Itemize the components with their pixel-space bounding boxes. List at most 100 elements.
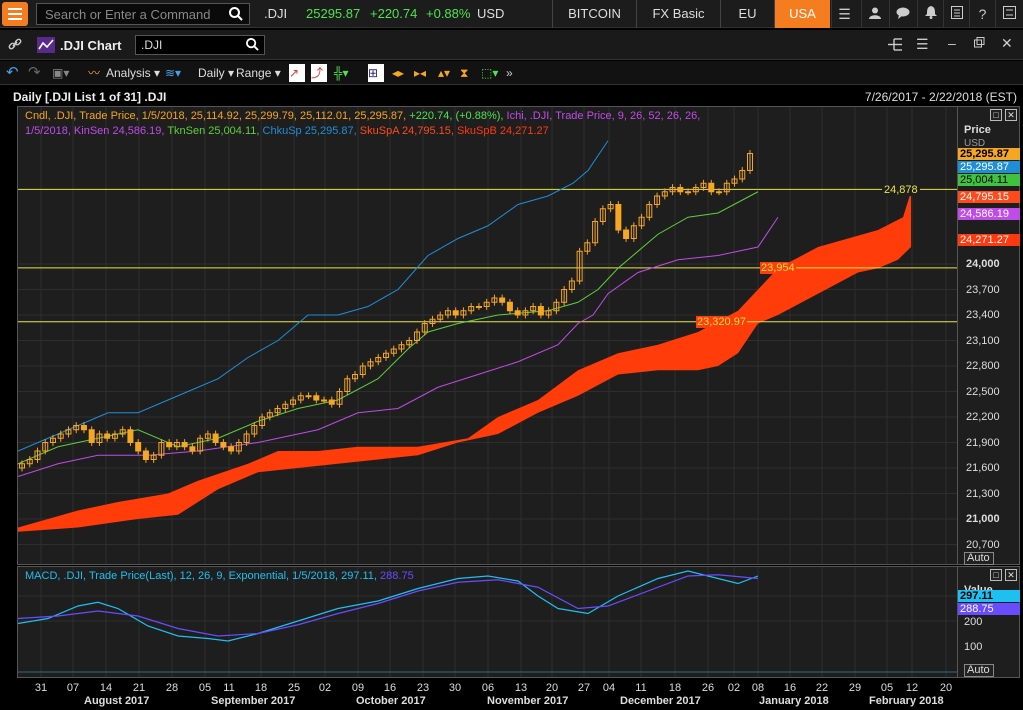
- price-tick: 22,200: [966, 411, 1000, 423]
- symbol-search-icon[interactable]: [246, 38, 259, 54]
- panel-restore-icon[interactable]: □: [990, 109, 1002, 121]
- x-axis-day: 18: [254, 682, 268, 694]
- x-axis-day: 23: [416, 682, 430, 694]
- ticker-last: 25295.87: [306, 6, 361, 21]
- camera-icon[interactable]: ▣▾: [52, 64, 69, 82]
- command-search-input[interactable]: Search or Enter a Command: [36, 3, 250, 25]
- close-icon[interactable]: ✕: [1001, 35, 1013, 52]
- x-axis-month: November 2017: [487, 695, 569, 707]
- layout-icon[interactable]: [888, 38, 902, 54]
- macd-tick-200: 200: [964, 616, 983, 628]
- crosshair-icon[interactable]: ╬▾: [334, 64, 349, 82]
- redo-icon[interactable]: ↷: [28, 64, 41, 82]
- x-axis-day: 06: [481, 682, 495, 694]
- chart-symbol-value: .DJI: [141, 38, 163, 52]
- candle-body: [452, 310, 459, 316]
- x-axis-day: 25: [287, 682, 301, 694]
- user-icon[interactable]: [861, 0, 887, 28]
- macd-chart[interactable]: [18, 567, 957, 677]
- tknsen-legend: TknSen 25,004.11,: [167, 125, 260, 137]
- x-axis-day: 05: [880, 682, 894, 694]
- more-icon[interactable]: »: [506, 64, 513, 82]
- range-menu[interactable]: Range ▾: [236, 64, 281, 82]
- price-axis-label: 24,271.27: [958, 234, 1020, 246]
- chart-date-range: 7/26/2017 - 2/22/2018 (EST): [864, 90, 1017, 104]
- macd-legend-signal: 288.75: [380, 570, 414, 582]
- candle-body: [220, 442, 227, 448]
- link-icon[interactable]: [8, 37, 22, 54]
- chart-toolbar: ↶ ↷ ▣▾ 〰 Analysis ▾ ≋▾ Daily ▾ Range ▾ ↗…: [0, 61, 1023, 85]
- panel-close-icon[interactable]: ✕: [1005, 109, 1017, 121]
- undo-icon[interactable]: ↶: [6, 64, 19, 82]
- restore-icon[interactable]: [974, 37, 985, 51]
- zoom-box-icon[interactable]: ⊞: [368, 64, 384, 82]
- analysis-menu[interactable]: Analysis ▾: [106, 64, 160, 82]
- news-icon[interactable]: [943, 0, 969, 28]
- minimize-icon[interactable]: –: [948, 35, 956, 51]
- x-axis-day: 12: [905, 682, 919, 694]
- line-chart-icon[interactable]: ↗: [289, 64, 305, 82]
- ticker-currency: USD: [477, 6, 505, 21]
- macd-restore-icon[interactable]: □: [990, 569, 1002, 581]
- candle-body: [80, 425, 87, 431]
- candle-body: [212, 433, 219, 443]
- search-icon[interactable]: [229, 7, 243, 24]
- price-tick: 23,700: [966, 283, 1000, 296]
- hamburger-menu-icon[interactable]: ☰: [831, 0, 857, 28]
- price-tick: 23,100: [966, 334, 1000, 347]
- candle-body: [506, 301, 513, 312]
- range-label: Range: [236, 66, 272, 80]
- x-axis-day: 07: [66, 682, 80, 694]
- tab-usa[interactable]: USA: [774, 0, 830, 28]
- macd-auto-scale-button[interactable]: Auto: [964, 664, 994, 677]
- candle-body: [708, 182, 715, 193]
- overlay-chart-icon[interactable]: ⤴: [311, 64, 327, 82]
- macd-close-icon[interactable]: ✕: [1005, 569, 1017, 581]
- chat-icon[interactable]: [889, 0, 915, 28]
- candlesticks: [19, 150, 753, 472]
- candle-body: [228, 446, 235, 452]
- zoom-y-icon[interactable]: ⧗: [460, 64, 468, 82]
- interval-menu[interactable]: Daily ▾: [198, 64, 234, 82]
- candle-body: [189, 446, 196, 452]
- ticker-change: +220.74: [370, 6, 418, 21]
- tab-fx-basic[interactable]: FX Basic: [636, 0, 720, 28]
- candle-body: [716, 191, 723, 194]
- candle-body: [328, 399, 335, 405]
- x-axis-day: 08: [751, 682, 765, 694]
- window-menu-icon[interactable]: ☰: [916, 36, 929, 53]
- skuspb-legend: SkuSpB 24,271.27: [457, 125, 549, 137]
- scroll-left-right-icon[interactable]: ◂▸: [392, 64, 404, 82]
- zoom-x-icon[interactable]: ▸◂: [414, 64, 426, 82]
- scroll-up-down-icon[interactable]: ▴▾: [438, 64, 450, 82]
- settings-icon[interactable]: [995, 0, 1023, 28]
- x-axis-month: January 2018: [759, 695, 829, 707]
- tab-bitcoin[interactable]: BITCOIN: [552, 0, 636, 28]
- price-tick: 24,000: [966, 258, 1000, 270]
- ticker-symbol[interactable]: .DJI: [264, 6, 287, 21]
- app-menu-icon[interactable]: [2, 2, 28, 26]
- price-auto-scale-button[interactable]: Auto: [964, 552, 994, 565]
- candle-body: [321, 399, 328, 402]
- x-axis-day: 21: [132, 682, 146, 694]
- price-tick: 20,700: [966, 538, 1000, 551]
- select-icon[interactable]: ⬚▾: [481, 64, 498, 82]
- candle-body: [142, 450, 149, 460]
- macd-axis-label: 288.75: [958, 603, 1020, 615]
- price-chart[interactable]: [18, 107, 957, 564]
- price-tick: 21,300: [966, 487, 1000, 500]
- analysis-icon[interactable]: 〰: [88, 64, 100, 82]
- price-legend-line2: 1/5/2018, KinSen 24,586.19, TknSen 25,00…: [25, 125, 549, 137]
- hline-label-23320: 23,320.97: [696, 316, 747, 328]
- tab-eu[interactable]: EU: [720, 0, 774, 28]
- candle-body: [685, 191, 692, 194]
- bell-icon[interactable]: [917, 0, 943, 28]
- candle-body: [537, 306, 544, 316]
- chart-info-bar: Daily [.DJI List 1 of 31] .DJI 7/26/2017…: [0, 86, 1023, 106]
- macd-legend: MACD, .DJI, Trade Price(Last), 12, 26, 9…: [25, 570, 414, 582]
- chart-symbol-input[interactable]: .DJI: [135, 35, 265, 55]
- help-icon[interactable]: ?: [969, 0, 995, 28]
- price-tick: 21,600: [966, 462, 1000, 474]
- studies-icon[interactable]: ≋▾: [165, 64, 181, 82]
- x-axis-day: 26: [701, 682, 715, 694]
